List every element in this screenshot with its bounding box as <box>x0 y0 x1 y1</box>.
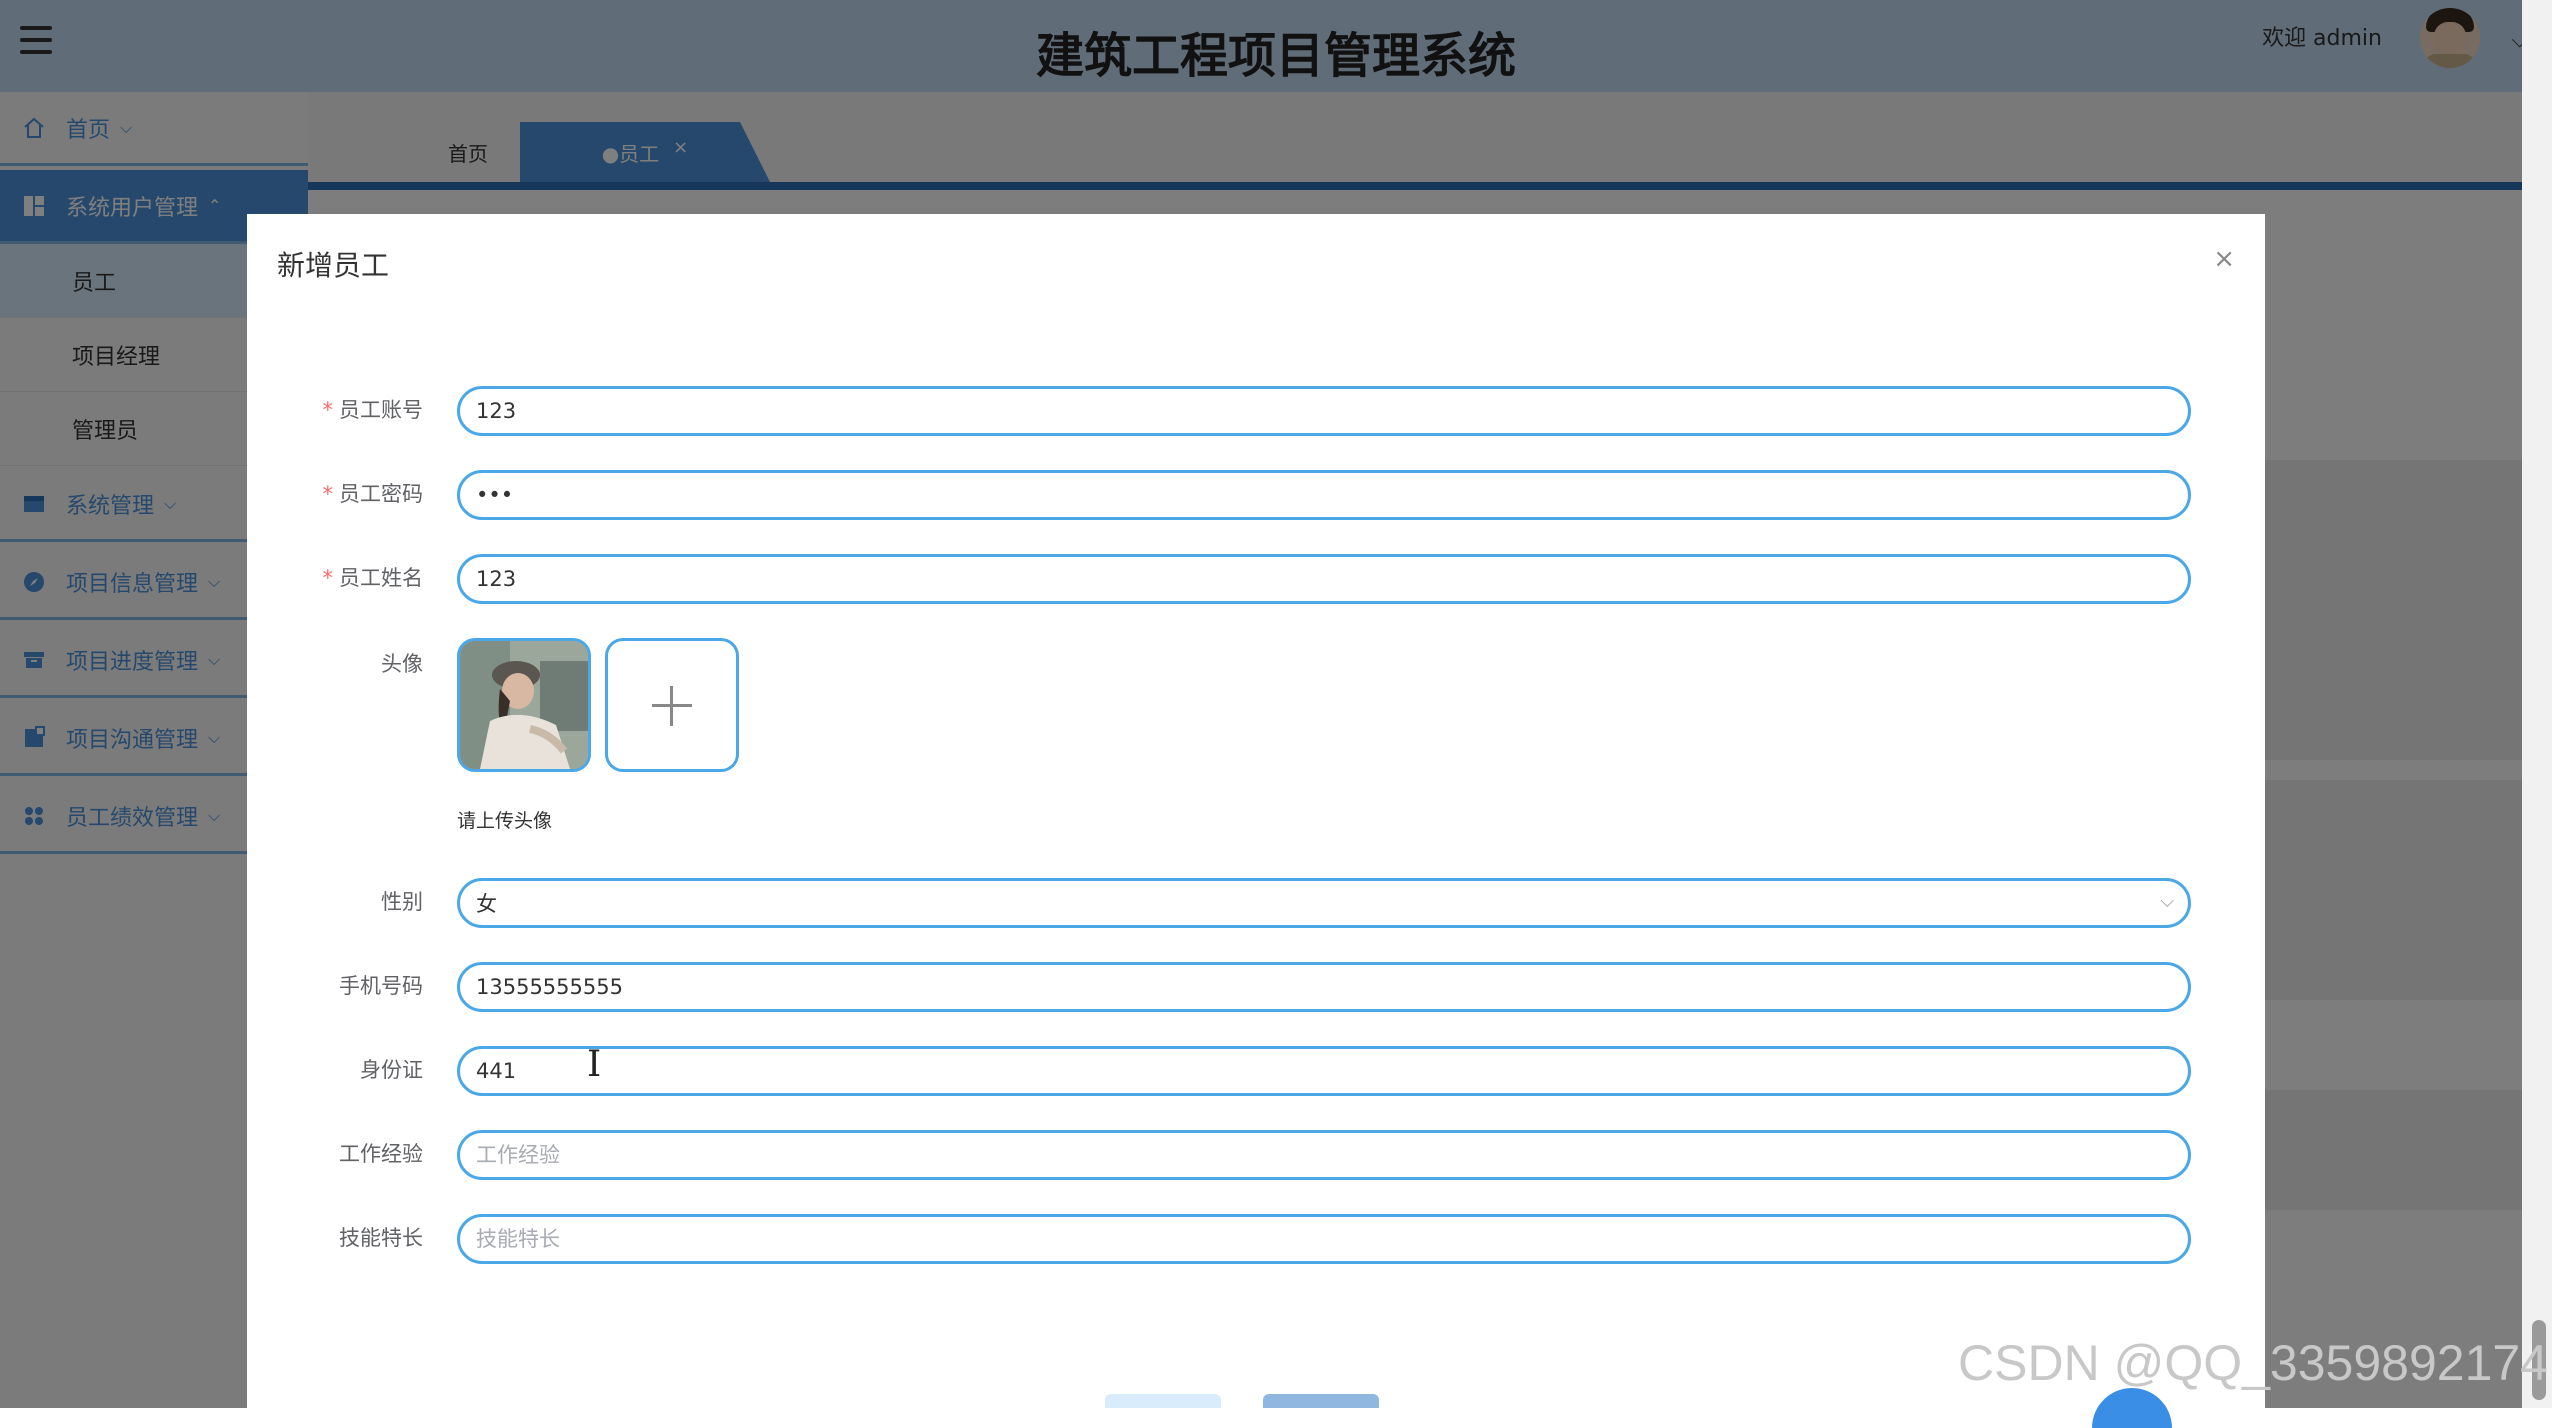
id-card-input[interactable] <box>457 1046 2191 1096</box>
dialog-title: 新增员工 <box>277 249 390 282</box>
close-icon[interactable]: × <box>2213 244 2235 274</box>
gender-label: 性别 <box>381 890 423 914</box>
gender-select[interactable]: 女 ⌵ <box>457 878 2191 928</box>
text-cursor-icon: I <box>587 1044 602 1085</box>
page-scrollbar[interactable] <box>2522 0 2552 1408</box>
submit-button[interactable] <box>1263 1394 1379 1408</box>
label-text: 员工密码 <box>339 482 423 506</box>
uploaded-avatar-image[interactable] <box>457 638 591 772</box>
gender-selected-value: 女 <box>476 892 497 916</box>
phone-label: 手机号码 <box>339 974 423 998</box>
skills-input[interactable] <box>457 1214 2191 1264</box>
chevron-down-icon: ⌵ <box>2160 891 2174 912</box>
required-mark: * <box>322 482 334 506</box>
watermark: CSDN @QQ_3359892174 <box>1958 1335 2548 1391</box>
required-mark: * <box>322 566 334 590</box>
cancel-button[interactable] <box>1105 1394 1221 1408</box>
label-text: 员工姓名 <box>339 566 423 590</box>
account-input[interactable] <box>457 386 2191 436</box>
password-input[interactable] <box>457 470 2191 520</box>
required-mark: * <box>322 398 334 422</box>
password-label: * 员工密码 <box>323 478 424 508</box>
name-input[interactable] <box>457 554 2191 604</box>
skills-label: 技能特长 <box>339 1226 423 1250</box>
upload-tip: 请上传头像 <box>457 810 553 832</box>
avatar-label: 头像 <box>381 652 423 676</box>
upload-add-button[interactable] <box>605 638 739 772</box>
id-card-label: 身份证 <box>360 1058 423 1082</box>
account-label: * 员工账号 <box>323 394 424 424</box>
experience-label: 工作经验 <box>339 1142 423 1166</box>
label-text: 员工账号 <box>339 398 423 422</box>
phone-input[interactable] <box>457 962 2191 1012</box>
experience-input[interactable] <box>457 1130 2191 1180</box>
add-employee-dialog: 新增员工 × *员工账号 *员工密码 *员工姓名 头像 请上传头像 性别 女 ⌵… <box>247 214 2265 1408</box>
name-label: * 员工姓名 <box>323 562 424 592</box>
